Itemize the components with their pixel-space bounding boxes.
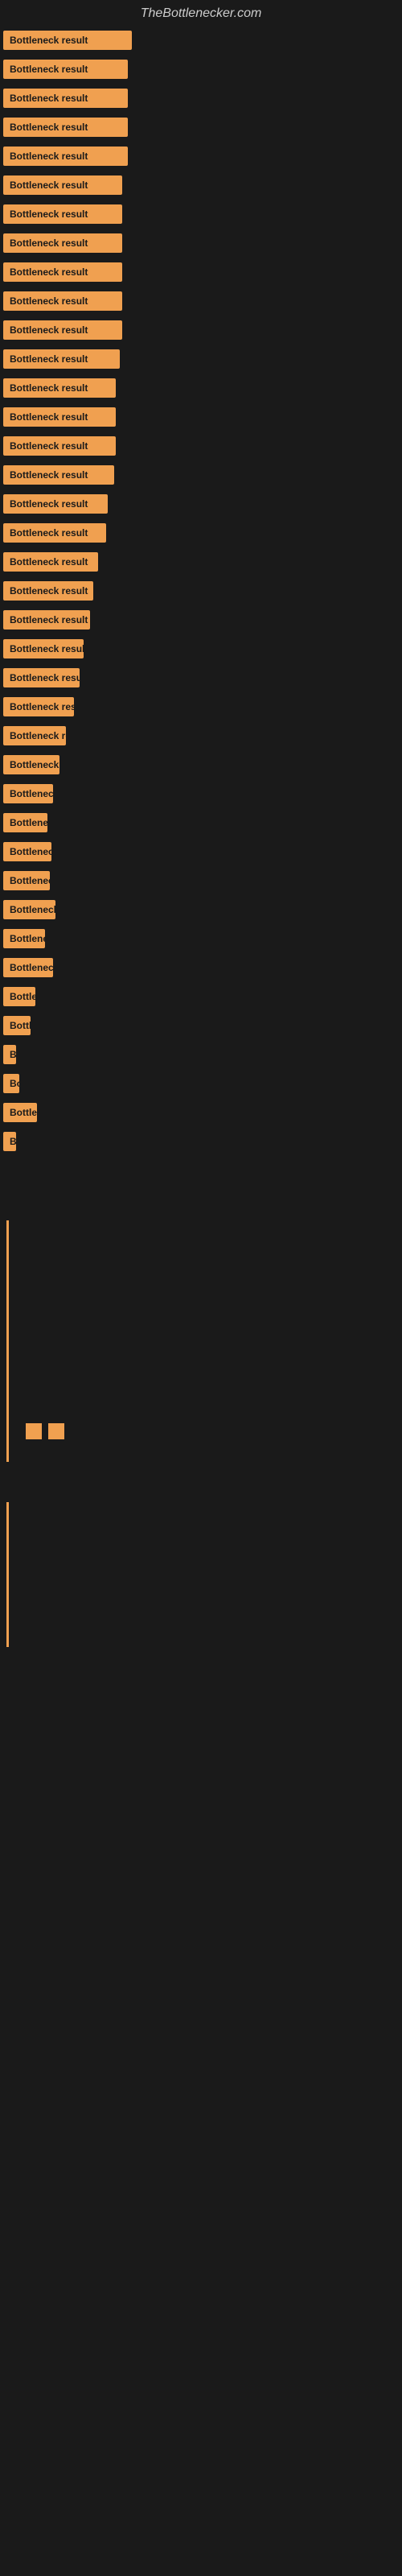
list-item: Bottleneck result <box>3 204 399 229</box>
bottleneck-badge: Bottleneck result <box>3 436 116 456</box>
list-item: Bottleneck result <box>3 668 399 692</box>
list-item: Bottleneck result <box>3 552 399 576</box>
list-item: Bottleneck result <box>3 494 399 518</box>
small-squares-group-1 <box>24 1422 66 1445</box>
bottleneck-badge: Bottleneck result <box>3 320 122 340</box>
list-item: Bottleneck result <box>3 697 399 721</box>
bottleneck-badge: Bottleneck result <box>3 60 128 79</box>
bottleneck-badge: Bottleneck result <box>3 89 128 108</box>
bottleneck-badge: Bottleneck result <box>3 175 122 195</box>
list-item: Bottleneck result <box>3 147 399 171</box>
list-item: Bottl <box>3 1016 399 1040</box>
vertical-line-2 <box>6 1502 9 1647</box>
bottleneck-badge: Bottleneck r <box>3 784 53 803</box>
bottleneck-badge: Bottleneck result <box>3 349 120 369</box>
list-item: Bottleneck r <box>3 842 399 866</box>
bottom-section <box>0 1180 402 1663</box>
list-item: Bottleneck result <box>3 726 399 750</box>
bottleneck-badge: Bottleneck r <box>3 871 50 890</box>
site-title-container: TheBottlenecker.com <box>0 0 402 27</box>
list-item: Bottleneck result <box>3 378 399 402</box>
list-item: Bottleneck result <box>3 118 399 142</box>
bottleneck-badge: Bottleneck result <box>3 668 80 687</box>
bottleneck-badge: Bottleneck result <box>3 697 74 716</box>
bottleneck-badge: Bottleneck result <box>3 291 122 311</box>
list-item: Bottleneck result <box>3 581 399 605</box>
bottleneck-badge: Bottleneck result <box>3 31 132 50</box>
list-item: Bottleneck result <box>3 407 399 431</box>
bottleneck-list: Bottleneck result Bottleneck result Bottle… <box>0 27 402 1164</box>
bottleneck-badge: Bottlenec <box>3 929 45 948</box>
bottleneck-badge: Bottleneck result <box>3 726 66 745</box>
bottleneck-badge: Bottleneck result <box>3 494 108 514</box>
list-item: Bottleneck result <box>3 610 399 634</box>
bottleneck-badge: Bottleneck result <box>3 407 116 427</box>
list-item: Bottleneck result <box>3 291 399 316</box>
bottleneck-badge: Bottleneck result <box>3 378 116 398</box>
bottleneck-badge: Bo <box>3 1074 19 1093</box>
bottleneck-badge: Bottle <box>3 987 35 1006</box>
bottleneck-badge: Bottleneck result <box>3 523 106 543</box>
bottleneck-badge: Bottleneck result <box>3 118 128 137</box>
bottleneck-badge: B <box>3 1132 16 1151</box>
list-item: B <box>3 1045 399 1069</box>
list-item: Bottleneck result <box>3 60 399 84</box>
bottleneck-badge: Bottleneck re <box>3 958 53 977</box>
list-item: Bottleneck r <box>3 871 399 895</box>
bottleneck-badge: Bottleneck re <box>3 900 55 919</box>
bottleneck-badge: Bottleneck <box>3 813 47 832</box>
bottleneck-badge: Bottleneck result <box>3 465 114 485</box>
list-item: Bottleneck result <box>3 755 399 779</box>
list-item: Bottleneck r <box>3 784 399 808</box>
list-item: B <box>3 1132 399 1156</box>
bottleneck-badge: Bottleneck result <box>3 204 122 224</box>
bottleneck-badge: Bottler <box>3 1103 37 1122</box>
bottleneck-badge: Bottleneck result <box>3 233 122 253</box>
list-item: Bottle <box>3 987 399 1011</box>
bottleneck-badge: Bottleneck result <box>3 639 84 658</box>
bottleneck-badge: Bottleneck result <box>3 552 98 572</box>
list-item: Bottleneck result <box>3 262 399 287</box>
list-item: Bottleneck <box>3 813 399 837</box>
list-item: Bottleneck result <box>3 320 399 345</box>
list-item: Bottleneck re <box>3 900 399 924</box>
list-item: Bottleneck result <box>3 31 399 55</box>
list-item: Bottleneck result <box>3 89 399 113</box>
bottleneck-badge: Bottleneck result <box>3 581 93 601</box>
list-item: Bo <box>3 1074 399 1098</box>
list-item: Bottleneck result <box>3 233 399 258</box>
list-item: Bottleneck re <box>3 958 399 982</box>
list-item: Bottleneck result <box>3 465 399 489</box>
site-title: TheBottlenecker.com <box>0 0 402 27</box>
bottleneck-badge: B <box>3 1045 16 1064</box>
bottleneck-badge: Bottleneck result <box>3 755 59 774</box>
bottleneck-badge: Bottl <box>3 1016 31 1035</box>
list-item: Bottleneck result <box>3 349 399 374</box>
bottleneck-badge: Bottleneck result <box>3 610 90 630</box>
list-item: Bottlenec <box>3 929 399 953</box>
bottleneck-badge: Bottleneck result <box>3 147 128 166</box>
list-item: Bottler <box>3 1103 399 1127</box>
list-item: Bottleneck result <box>3 436 399 460</box>
list-item: Bottleneck result <box>3 639 399 663</box>
bottleneck-badge: Bottleneck r <box>3 842 51 861</box>
bottleneck-badge: Bottleneck result <box>3 262 122 282</box>
list-item: Bottleneck result <box>3 175 399 200</box>
vertical-line-1 <box>6 1220 9 1462</box>
list-item: Bottleneck result <box>3 523 399 547</box>
